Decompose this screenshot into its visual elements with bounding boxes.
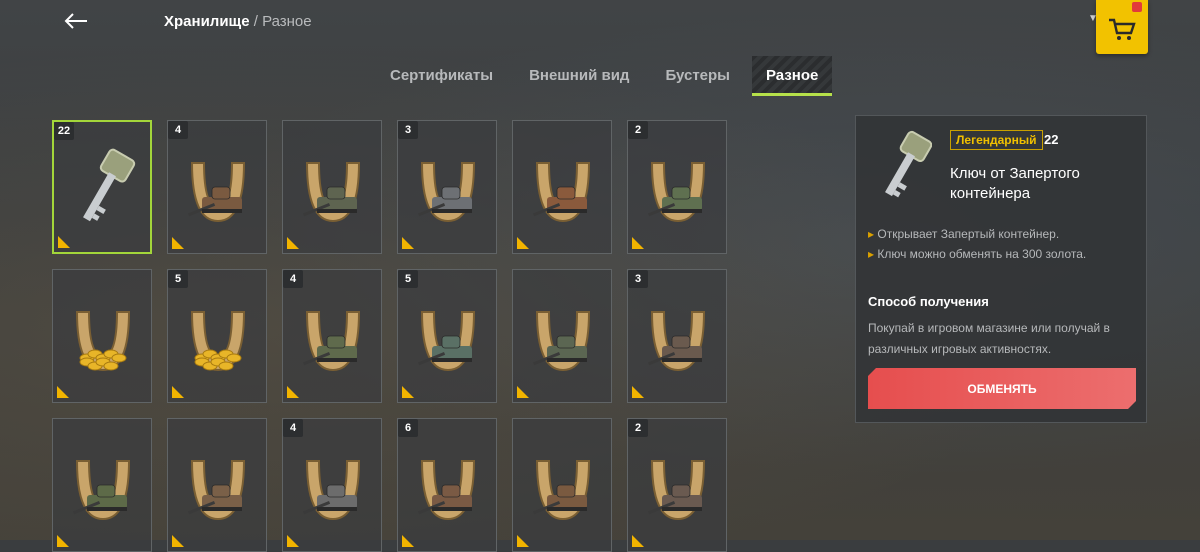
rarity-corner-marker	[632, 535, 644, 547]
tank-icon	[418, 311, 476, 372]
key-icon	[83, 148, 136, 222]
tank-icon	[188, 460, 246, 521]
tank-icon	[533, 162, 591, 223]
rarity-corner-marker	[517, 237, 529, 249]
rarity-corner-marker	[287, 535, 299, 547]
tank-icon	[418, 162, 476, 223]
top-bar: Хранилище / Разное ▼	[0, 0, 1200, 54]
tank-icon	[648, 460, 706, 521]
rarity-corner-marker	[402, 386, 414, 398]
tank-icon	[188, 162, 246, 223]
exchange-button[interactable]: ОБМЕНЯТЬ	[868, 368, 1136, 409]
inventory-item[interactable]	[512, 269, 612, 403]
item-count-badge: 4	[283, 270, 303, 288]
rarity-corner-marker	[402, 237, 414, 249]
tank-icon	[418, 460, 476, 521]
item-count-badge: 3	[398, 121, 418, 139]
inventory-item[interactable]: 2	[627, 120, 727, 254]
rarity-corner-marker	[172, 535, 184, 547]
shopping-cart-icon	[1109, 18, 1136, 40]
item-count-badge: 6	[398, 419, 418, 437]
rarity-corner-marker	[287, 237, 299, 249]
tab-boosters[interactable]: Бустеры	[651, 56, 744, 94]
feature-item: Ключ можно обменять на 300 золота.	[868, 244, 1138, 264]
inventory-item[interactable]	[282, 120, 382, 254]
item-detail-panel: Легендарный 22 Ключ от Запертого контейн…	[855, 115, 1147, 423]
rarity-corner-marker	[517, 535, 529, 547]
item-count-badge: 22	[54, 122, 74, 140]
category-tabs: Сертификаты Внешний вид Бустеры Разное	[372, 56, 836, 96]
acquisition-description: Покупай в игровом магазине или получай в…	[868, 321, 1110, 356]
shop-button[interactable]	[1096, 0, 1148, 54]
inventory-item[interactable]: 4	[282, 269, 382, 403]
item-count-badge: 5	[398, 270, 418, 288]
tank-icon	[533, 311, 591, 372]
inventory-item[interactable]: 3	[397, 120, 497, 254]
notification-badge	[1132, 2, 1142, 12]
item-features: Открывает Запертый контейнер. Ключ можно…	[868, 224, 1138, 264]
tank-icon	[303, 162, 361, 223]
inventory-item[interactable]: 3	[627, 269, 727, 403]
inventory-item[interactable]: 2	[627, 418, 727, 552]
inventory-item[interactable]: 6	[397, 418, 497, 552]
inventory-item[interactable]	[52, 269, 152, 403]
item-count-badge: 4	[168, 121, 188, 139]
rarity-corner-marker	[402, 535, 414, 547]
tank-icon	[648, 162, 706, 223]
tab-certificates[interactable]: Сертификаты	[376, 56, 507, 94]
item-title: Ключ от Запертого контейнера	[950, 165, 1080, 202]
rarity-badge: Легендарный	[950, 130, 1043, 150]
tank-icon	[303, 460, 361, 521]
inventory-item[interactable]	[512, 418, 612, 552]
item-count-badge: 4	[283, 419, 303, 437]
inventory-item[interactable]	[512, 120, 612, 254]
tab-appearance[interactable]: Внешний вид	[515, 56, 643, 94]
inventory-item[interactable]: 5	[167, 269, 267, 403]
key-icon	[885, 130, 932, 198]
rarity-corner-marker	[632, 386, 644, 398]
item-count-badge: 3	[628, 270, 648, 288]
tank-icon	[73, 460, 131, 521]
rarity-corner-marker	[57, 535, 69, 547]
arrow-left-icon	[64, 13, 87, 29]
inventory-item[interactable]: 4	[167, 120, 267, 254]
tank-icon	[303, 311, 361, 372]
gold-coins-icon	[190, 311, 246, 372]
tank-icon	[648, 311, 706, 372]
back-button[interactable]	[60, 8, 92, 34]
rarity-corner-marker	[172, 386, 184, 398]
tank-icon	[533, 460, 591, 521]
inventory-item[interactable]: 5	[397, 269, 497, 403]
inventory-item[interactable]: 4	[282, 418, 382, 552]
item-count-badge: 5	[168, 270, 188, 288]
gold-coins-icon	[75, 311, 131, 372]
rarity-corner-marker	[517, 386, 529, 398]
rarity-corner-marker	[57, 386, 69, 398]
breadcrumb: Хранилище / Разное	[164, 13, 312, 30]
inventory-item[interactable]: 22	[52, 120, 152, 254]
item-count-badge: 2	[628, 121, 648, 139]
rarity-corner-marker	[287, 386, 299, 398]
breadcrumb-separator: /	[253, 13, 258, 30]
item-count: 22	[1044, 132, 1059, 147]
acquisition-title: Способ получения	[868, 294, 989, 309]
inventory-item[interactable]	[167, 418, 267, 552]
breadcrumb-current: Разное	[262, 13, 312, 30]
rarity-corner-marker	[172, 237, 184, 249]
item-count-badge: 2	[628, 419, 648, 437]
rarity-corner-marker	[58, 236, 70, 248]
inventory-item[interactable]	[52, 418, 152, 552]
feature-item: Открывает Запертый контейнер.	[868, 224, 1138, 244]
rarity-corner-marker	[632, 237, 644, 249]
tab-misc[interactable]: Разное	[752, 56, 833, 96]
breadcrumb-section[interactable]: Хранилище	[164, 13, 250, 30]
